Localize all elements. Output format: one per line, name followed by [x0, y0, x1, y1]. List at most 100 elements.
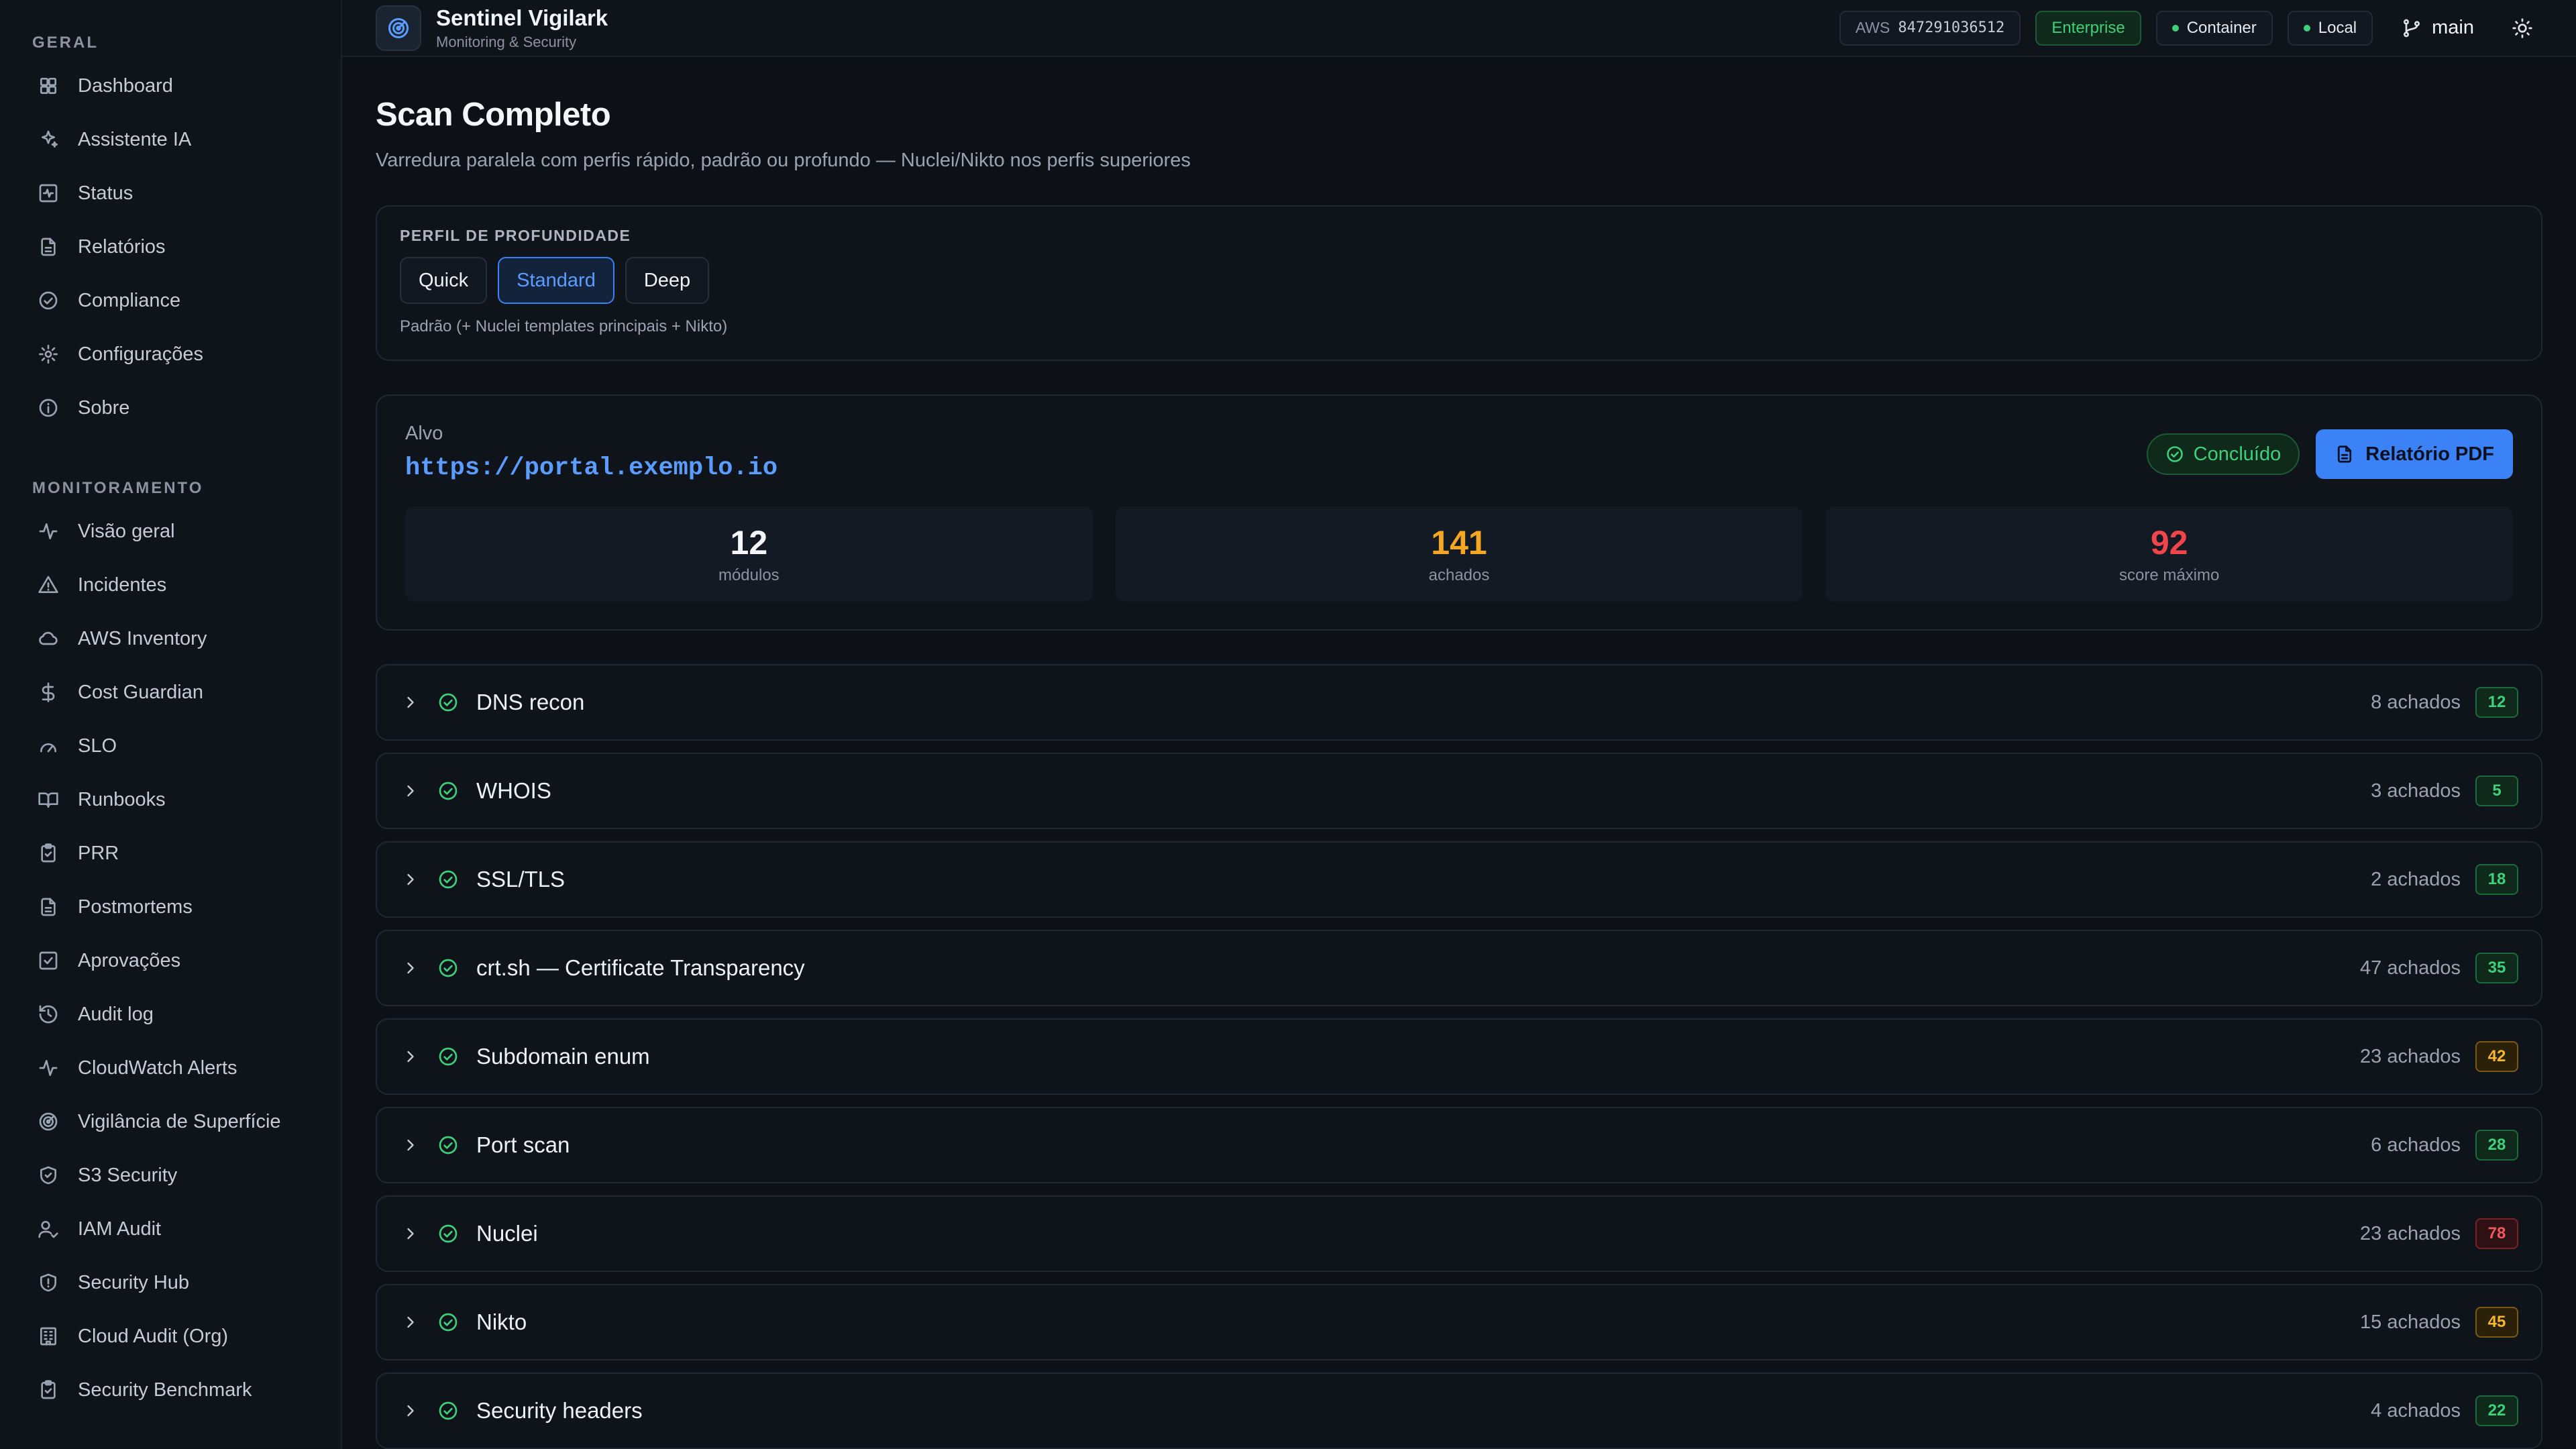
check-circle-icon — [437, 1400, 459, 1421]
sidebar-item-status[interactable]: Status — [0, 166, 341, 220]
module-row-port-scan[interactable]: Port scan 6 achados 28 — [376, 1107, 2542, 1183]
profile-quick-button[interactable]: Quick — [400, 257, 488, 304]
sidebar-item-cost-guardian[interactable]: Cost Guardian — [0, 665, 341, 719]
sidebar-item-sobre[interactable]: Sobre — [0, 381, 341, 435]
check-circle-icon — [437, 780, 459, 802]
module-row-ssl-tls[interactable]: SSL/TLS 2 achados 18 — [376, 841, 2542, 918]
sidebar-item-security-benchmark[interactable]: Security Benchmark — [0, 1363, 341, 1417]
check-circle-icon — [2165, 445, 2184, 464]
sidebar-item-label: Security Hub — [78, 1271, 190, 1293]
chevron-right-icon[interactable] — [401, 782, 420, 800]
status-dot-icon — [2303, 24, 2310, 32]
module-row-dns-recon[interactable]: DNS recon 8 achados 12 — [376, 664, 2542, 741]
module-score-badge: 12 — [2475, 687, 2518, 718]
sidebar-item-cloudwatch-alerts[interactable]: CloudWatch Alerts — [0, 1041, 341, 1095]
sidebar-item-label: PRR — [78, 842, 119, 864]
chevron-right-icon[interactable] — [401, 1047, 420, 1066]
dollar-icon — [38, 682, 59, 703]
check-circle-icon — [437, 957, 459, 979]
chevron-right-icon[interactable] — [401, 959, 420, 977]
sidebar-item-relatorios[interactable]: Relatórios — [0, 220, 341, 274]
module-score-badge: 28 — [2475, 1130, 2518, 1161]
sidebar-item-vigilancia-de-superficie[interactable]: Vigilância de Superfície — [0, 1095, 341, 1148]
check-circle-icon — [437, 1134, 459, 1156]
gear-icon — [38, 343, 59, 365]
content: Scan Completo Varredura paralela com per… — [342, 57, 2576, 1449]
chevron-right-icon[interactable] — [401, 1224, 420, 1243]
chevron-right-icon[interactable] — [401, 1136, 420, 1155]
sidebar-item-label: S3 Security — [78, 1164, 178, 1186]
building-icon — [38, 1326, 59, 1347]
sidebar: GERAL Dashboard Assistente IA Status Relatór… — [0, 0, 342, 1449]
sidebar-item-aprovacoes[interactable]: Aprovações — [0, 934, 341, 987]
sidebar-item-runbooks[interactable]: Runbooks — [0, 773, 341, 826]
sidebar-item-label: Cloud Audit (Org) — [78, 1325, 229, 1347]
module-name: Nuclei — [476, 1221, 538, 1246]
env-local-label: Local — [2318, 18, 2357, 37]
sidebar-item-security-hub[interactable]: Security Hub — [0, 1256, 341, 1309]
sidebar-item-label: SLO — [78, 735, 117, 757]
module-row-nikto[interactable]: Nikto 15 achados 45 — [376, 1284, 2542, 1360]
module-name: DNS recon — [476, 690, 585, 714]
stat-label: score máximo — [2118, 566, 2220, 584]
branch-selector[interactable]: main — [2387, 17, 2487, 39]
depth-profile-card: PERFIL DE PROFUNDIDADE Quick Standard Deep… — [376, 205, 2542, 361]
sidebar-item-iam-audit[interactable]: IAM Audit — [0, 1202, 341, 1256]
sidebar-item-label: Status — [78, 182, 133, 204]
page-title: Scan Completo — [376, 97, 611, 133]
sidebar-item-postmortems[interactable]: Postmortems — [0, 880, 341, 934]
sidebar-item-assistente-ia[interactable]: Assistente IA — [0, 113, 341, 166]
profile-description: Padrão (+ Nuclei templates principais + … — [400, 317, 728, 335]
module-meta: 3 achados 5 — [2371, 775, 2518, 806]
profile-deep-button[interactable]: Deep — [625, 257, 710, 304]
chevron-right-icon[interactable] — [401, 693, 420, 712]
module-score-badge: 78 — [2475, 1218, 2518, 1249]
sidebar-item-prr[interactable]: PRR — [0, 826, 341, 880]
sidebar-item-configuracoes[interactable]: Configurações — [0, 327, 341, 381]
module-list: DNS recon 8 achados 12 WHOIS 3 achados 5 SSL/T… — [376, 664, 2542, 1449]
module-score-badge: 45 — [2475, 1307, 2518, 1338]
module-row-security-headers[interactable]: Security headers 4 achados 22 — [376, 1373, 2542, 1449]
module-row-whois[interactable]: WHOIS 3 achados 5 — [376, 753, 2542, 829]
aws-account-chip[interactable]: AWS 847291036512 — [1839, 10, 2021, 46]
module-score-badge: 35 — [2475, 953, 2518, 983]
module-findings-count: 23 achados — [2360, 1045, 2461, 1067]
sidebar-item-s3-security[interactable]: S3 Security — [0, 1148, 341, 1202]
check-circle-icon — [437, 869, 459, 890]
user-check-icon — [38, 1218, 59, 1240]
sidebar-item-slo[interactable]: SLO — [0, 719, 341, 773]
radar-icon — [38, 1111, 59, 1132]
module-row-subdomain-enum[interactable]: Subdomain enum 23 achados 42 — [376, 1018, 2542, 1095]
theme-toggle-button[interactable] — [2502, 8, 2542, 48]
chevron-right-icon[interactable] — [401, 870, 420, 889]
sidebar-item-label: Compliance — [78, 289, 181, 311]
module-row-nuclei[interactable]: Nuclei 23 achados 78 — [376, 1195, 2542, 1272]
sidebar-item-audit-log[interactable]: Audit log — [0, 987, 341, 1041]
sidebar-item-compliance[interactable]: Compliance — [0, 274, 341, 327]
module-row-crt-sh-certificate-transparency[interactable]: crt.sh — Certificate Transparency 47 acha… — [376, 930, 2542, 1006]
clipboard-check-icon — [38, 1379, 59, 1401]
chevron-right-icon[interactable] — [401, 1313, 420, 1332]
env-local-chip: Local — [2287, 10, 2373, 46]
git-branch-icon — [2401, 17, 2422, 39]
profile-standard-button[interactable]: Standard — [498, 257, 614, 304]
sidebar-item-dashboard[interactable]: Dashboard — [0, 59, 341, 113]
sidebar-item-incidentes[interactable]: Incidentes — [0, 558, 341, 612]
module-meta: 8 achados 12 — [2371, 687, 2518, 718]
sidebar-item-aws-inventory[interactable]: AWS Inventory — [0, 612, 341, 665]
check-circle-icon — [437, 1223, 459, 1244]
profile-options: Quick Standard Deep — [400, 257, 2518, 304]
chevron-right-icon[interactable] — [401, 1401, 420, 1420]
brand[interactable]: Sentinel Vigilark Monitoring & Security — [376, 5, 608, 51]
brand-title: Sentinel Vigilark — [436, 5, 608, 30]
sidebar-item-label: Postmortems — [78, 896, 193, 918]
sidebar-item-visao-geral[interactable]: Visão geral — [0, 504, 341, 558]
shield-alert-icon — [38, 1272, 59, 1293]
sidebar-item-label: Dashboard — [78, 74, 173, 97]
sidebar-item-cloud-audit-org[interactable]: Cloud Audit (Org) — [0, 1309, 341, 1363]
env-container-label: Container — [2186, 18, 2257, 37]
module-meta: 23 achados 42 — [2360, 1041, 2518, 1072]
cloud-icon — [38, 628, 59, 649]
stat-value: 92 — [2150, 524, 2188, 561]
pdf-report-button[interactable]: Relatório PDF — [2316, 429, 2513, 479]
